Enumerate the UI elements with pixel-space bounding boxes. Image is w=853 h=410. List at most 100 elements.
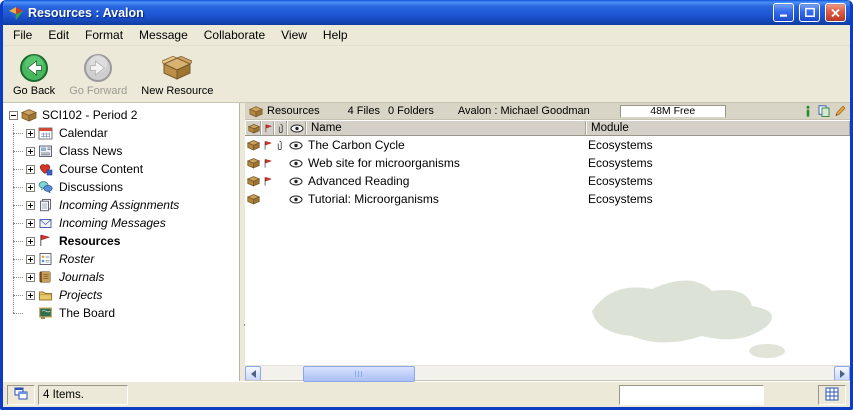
resource-module: Ecosystems: [586, 174, 850, 188]
tree-item-discussions[interactable]: Discussions: [3, 178, 239, 196]
flag-icon: [261, 158, 274, 169]
menu-file[interactable]: File: [5, 25, 40, 45]
background-watermark: [562, 251, 792, 361]
menu-format[interactable]: Format: [77, 25, 131, 45]
minimize-button[interactable]: [773, 3, 794, 22]
grid-icon[interactable]: [825, 387, 840, 402]
column-type[interactable]: [245, 121, 261, 135]
resource-row[interactable]: Advanced Reading Ecosystems: [245, 172, 850, 190]
resource-name: The Carbon Cycle: [306, 138, 586, 152]
status-grid-cell: [818, 385, 846, 405]
scroll-left-arrow[interactable]: [245, 366, 261, 382]
menu-message[interactable]: Message: [131, 25, 196, 45]
expand-plus-box[interactable]: [26, 291, 35, 300]
menu-collaborate[interactable]: Collaborate: [196, 25, 273, 45]
menu-bar: File Edit Format Message Collaborate Vie…: [3, 25, 850, 46]
collapse-minus-box[interactable]: [9, 111, 18, 120]
column-flag[interactable]: [261, 121, 274, 135]
expand-plus-box[interactable]: [26, 255, 35, 264]
expand-plus-box[interactable]: [26, 165, 35, 174]
tree-item-journals[interactable]: Journals: [3, 268, 239, 286]
resource-row[interactable]: Web site for microorganisms Ecosystems: [245, 154, 850, 172]
calendar-icon: [38, 126, 54, 140]
expand-plus-box[interactable]: [26, 201, 35, 210]
title-bar[interactable]: Resources : Avalon: [3, 0, 850, 25]
resources-box-icon: [249, 105, 263, 118]
panel-title: Resources: [267, 105, 320, 117]
tree-item-class-news[interactable]: Class News: [3, 142, 239, 160]
resources-panel: Resources 4 Files 0 Folders Avalon : Mic…: [245, 103, 850, 381]
close-button[interactable]: [825, 3, 846, 22]
info-icon[interactable]: [802, 105, 814, 117]
journals-icon: [38, 270, 54, 284]
maximize-button[interactable]: [799, 3, 820, 22]
tree-item-roster[interactable]: Roster: [3, 250, 239, 268]
folders-count: 0 Folders: [388, 105, 434, 117]
files-count: 4 Files: [348, 105, 380, 117]
resource-name: Advanced Reading: [306, 174, 586, 188]
resource-row[interactable]: Tutorial: Microorganisms Ecosystems: [245, 190, 850, 208]
tree-item-the-board[interactable]: The Board: [3, 304, 239, 322]
go-back-button[interactable]: Go Back: [7, 50, 61, 100]
tree-item-course-content[interactable]: Course Content: [3, 160, 239, 178]
projects-icon: [38, 288, 54, 302]
copy-icon[interactable]: [818, 105, 830, 117]
column-name[interactable]: Name: [306, 121, 586, 135]
menu-view[interactable]: View: [273, 25, 315, 45]
app-icon[interactable]: [8, 5, 24, 21]
tree-root-label: SCI102 - Period 2: [40, 108, 139, 122]
go-forward-label: Go Forward: [69, 85, 127, 97]
package-icon: [245, 193, 261, 205]
tree-item-projects[interactable]: Projects: [3, 286, 239, 304]
status-progress-field: [619, 385, 764, 405]
new-resource-icon: [162, 53, 192, 83]
course-content-icon: [38, 162, 54, 176]
expand-plus-box[interactable]: [26, 183, 35, 192]
resource-name: Web site for microorganisms: [306, 156, 586, 170]
main-content: SCI102 - Period 2 Calendar Class News: [3, 103, 850, 381]
resource-row[interactable]: The Carbon Cycle Ecosystems: [245, 136, 850, 154]
column-attachment[interactable]: [274, 121, 287, 135]
tree-item-incoming-assignments[interactable]: Incoming Assignments: [3, 196, 239, 214]
menu-help[interactable]: Help: [315, 25, 356, 45]
new-resource-label: New Resource: [141, 85, 213, 97]
status-message-area: [131, 385, 616, 405]
windows-icon[interactable]: [14, 387, 29, 402]
eye-icon: [287, 177, 306, 186]
app-window: Resources : Avalon File Edit Format Mess…: [0, 0, 853, 410]
owner-label: Avalon : Michael Goodman: [458, 105, 590, 117]
paperclip-icon: [274, 140, 287, 151]
expand-plus-box[interactable]: [26, 273, 35, 282]
menu-edit[interactable]: Edit: [40, 25, 77, 45]
tree-item-incoming-messages[interactable]: Incoming Messages: [3, 214, 239, 232]
package-icon: [245, 175, 261, 187]
horizontal-scrollbar[interactable]: [245, 365, 850, 381]
window-title: Resources : Avalon: [28, 6, 768, 20]
board-icon: [38, 306, 54, 320]
edit-pencil-icon[interactable]: [834, 105, 846, 117]
tree-item-calendar[interactable]: Calendar: [3, 124, 239, 142]
scrollbar-thumb[interactable]: [303, 366, 415, 382]
new-resource-button[interactable]: New Resource: [135, 50, 219, 100]
tree-item-resources[interactable]: Resources: [3, 232, 239, 250]
panel-header: Resources 4 Files 0 Folders Avalon : Mic…: [245, 103, 850, 120]
column-module[interactable]: Module: [586, 121, 850, 135]
eye-icon: [287, 159, 306, 168]
tree-root-course[interactable]: SCI102 - Period 2: [3, 106, 239, 124]
expand-plus-box[interactable]: [26, 129, 35, 138]
expand-plus-box[interactable]: [26, 219, 35, 228]
toolbar: Go Back Go Forward: [3, 46, 850, 103]
expand-plus-box[interactable]: [26, 147, 35, 156]
assignments-icon: [38, 198, 54, 212]
free-space-field: 48M Free: [620, 105, 726, 118]
resource-module: Ecosystems: [586, 156, 850, 170]
expand-plus-box[interactable]: [26, 237, 35, 246]
resource-module: Ecosystems: [586, 192, 850, 206]
column-visibility[interactable]: [287, 121, 306, 135]
scrollbar-track[interactable]: [261, 366, 834, 381]
flag-icon: [38, 234, 54, 248]
scroll-right-arrow[interactable]: [834, 366, 850, 382]
back-icon: [19, 53, 49, 83]
go-forward-button[interactable]: Go Forward: [63, 50, 133, 100]
package-icon: [245, 139, 261, 151]
